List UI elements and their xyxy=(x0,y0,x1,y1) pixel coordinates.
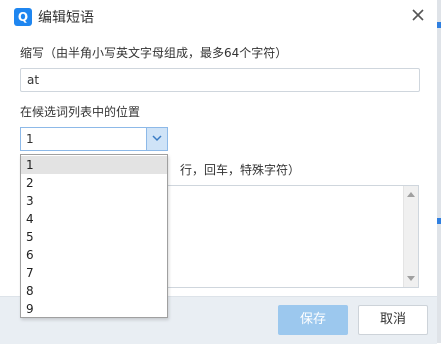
edit-phrase-dialog: Q 编辑短语 缩写（由半角小写英文字母组成，最多64个字符） at 在候选词列表… xyxy=(0,0,441,344)
position-option[interactable]: 2 xyxy=(21,174,167,192)
abbreviation-label: 缩写（由半角小写英文字母组成，最多64个字符） xyxy=(20,46,288,60)
close-button[interactable] xyxy=(408,5,428,25)
content-label: 行，回车，特殊字符） xyxy=(180,163,301,177)
select-dropdown-button[interactable] xyxy=(146,128,167,150)
scroll-down-icon[interactable] xyxy=(407,276,415,282)
position-option[interactable]: 3 xyxy=(21,192,167,210)
window-edge xyxy=(437,0,441,343)
scroll-up-icon[interactable] xyxy=(407,191,415,197)
position-label: 在候选词列表中的位置 xyxy=(20,105,141,119)
position-option[interactable]: 6 xyxy=(21,246,167,264)
position-option[interactable]: 7 xyxy=(21,264,167,282)
position-option[interactable]: 4 xyxy=(21,210,167,228)
edge-marker xyxy=(437,218,441,224)
app-logo-icon: Q xyxy=(14,8,32,26)
position-option[interactable]: 1 xyxy=(21,156,167,174)
edge-marker xyxy=(437,22,441,28)
position-option[interactable]: 5 xyxy=(21,228,167,246)
position-option[interactable]: 9 xyxy=(21,300,167,318)
textarea-scrollbar[interactable] xyxy=(403,186,418,287)
abbreviation-input[interactable]: at xyxy=(20,68,420,92)
save-button[interactable]: 保存 xyxy=(278,305,348,335)
close-icon xyxy=(412,9,424,21)
position-select[interactable]: 1 xyxy=(20,127,168,151)
dialog-title: 编辑短语 xyxy=(38,10,94,26)
position-dropdown-list: 123456789 xyxy=(20,154,168,318)
position-select-value: 1 xyxy=(26,132,34,146)
position-option[interactable]: 8 xyxy=(21,282,167,300)
chevron-down-icon xyxy=(152,135,162,142)
cancel-button[interactable]: 取消 xyxy=(358,305,428,335)
